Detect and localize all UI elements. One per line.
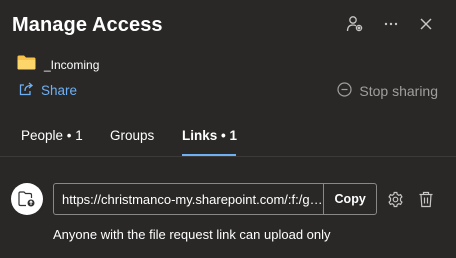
tab-links[interactable]: Links • 1 [182,128,237,143]
folder-icon [17,55,36,75]
folder-upload-icon [11,183,43,215]
share-button[interactable]: Share [19,82,77,99]
item-row: _Incoming [17,55,99,75]
share-label: Share [41,83,78,98]
tab-bar: People • 1 Groups Links • 1 [0,118,456,156]
more-icon[interactable] [381,14,401,34]
link-description: Anyone with the file request link can up… [53,227,331,242]
link-url-text[interactable]: https://christmanco-my.sharepoint.com/:f… [54,192,323,207]
person-settings-icon[interactable] [345,14,365,34]
page-title: Manage Access [12,14,163,36]
close-icon[interactable] [416,14,436,34]
stop-sharing-button[interactable]: Stop sharing [337,82,438,100]
divider [0,156,456,157]
trash-icon[interactable] [416,189,436,209]
tab-groups[interactable]: Groups [110,128,154,143]
tab-people[interactable]: People • 1 [21,128,83,143]
link-url-field[interactable]: https://christmanco-my.sharepoint.com/:f… [53,183,377,215]
share-arrow-icon [19,82,34,99]
gear-icon[interactable] [385,189,405,209]
circle-minus-icon [337,82,352,100]
copy-button[interactable]: Copy [323,184,376,214]
stop-sharing-label: Stop sharing [359,83,438,99]
item-name: _Incoming [44,58,100,72]
